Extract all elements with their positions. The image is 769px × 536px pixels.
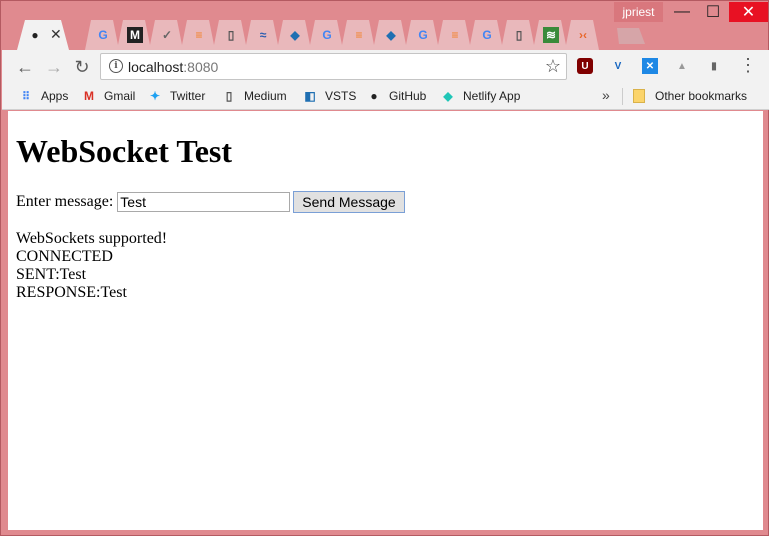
page-icon: ▯ [515,28,523,42]
extension-x-icon[interactable]: ✕ [642,58,658,74]
google-icon: G [418,28,428,42]
stackoverflow-icon: ≡ [355,28,363,42]
extension-box-icon[interactable]: ▮ [706,58,722,74]
page-heading: WebSocket Test [16,133,233,169]
menu-icon[interactable]: ⋮ [739,55,757,76]
google-icon: G [482,28,492,42]
tab-strip: ● ✕ G M ✓ ≡ ▯ ≈ ◆ G ≡ ◆ G ≡ G ▯ ≋ ›‹ [7,20,647,50]
code-icon: ≋ [543,27,559,43]
bird-icon: ✓ [161,28,173,42]
github-icon: ● [31,28,39,42]
tab[interactable]: G [309,20,343,50]
close-window-button[interactable]: ✕ [729,2,768,22]
log-line: WebSockets supported! [16,230,168,247]
bookmark-twitter[interactable]: ✦ Twitter [147,87,205,105]
ublock-icon[interactable]: U [577,58,593,74]
chevrons-icon: ›‹ [579,28,587,42]
page-icon: ▯ [227,28,235,42]
page-icon: ▯ [225,89,233,103]
tab[interactable]: ›‹ [565,20,599,50]
wave-icon: ≈ [259,28,267,42]
maximize-button[interactable]: ☐ [697,2,729,22]
tab-active[interactable]: ● ✕ [17,20,69,50]
stackoverflow-icon: ≡ [451,28,459,42]
browser-toolbar: ← → ↻ i localhost:8080 ☆ U V ✕ ▲ ▮ ⋮ [2,50,769,83]
tab[interactable]: ◆ [277,20,311,50]
bookmark-medium[interactable]: ▯ Medium [221,87,287,105]
minimize-button[interactable]: — [666,2,698,22]
tab[interactable]: G [469,20,503,50]
tab[interactable]: G [405,20,439,50]
send-message-button[interactable]: Send Message [293,191,405,213]
folder-icon [633,89,645,103]
twitter-icon: ✦ [149,89,161,103]
google-icon: G [322,28,332,42]
log-line: SENT:Test [16,266,87,283]
vsts-icon: ◧ [304,89,316,103]
tab[interactable]: G [85,20,119,50]
tab[interactable]: ≡ [437,20,471,50]
bookmark-github[interactable]: ● GitHub [366,87,426,105]
app-icon: ◆ [290,28,300,42]
bookmarks-overflow-button[interactable]: » [602,87,610,103]
tab[interactable]: M [117,20,151,50]
url-text[interactable]: localhost:8080 [128,59,218,75]
address-bar[interactable]: i localhost:8080 ☆ [100,53,567,80]
extension-v-icon[interactable]: V [610,58,626,74]
reload-button[interactable]: ↻ [71,56,93,78]
tab[interactable]: ◆ [373,20,407,50]
bookmark-gmail[interactable]: M Gmail [81,87,135,105]
google-icon: G [98,28,108,42]
gmail-icon: M [84,89,94,103]
bookmarks-bar: ⠿ Apps M Gmail ✦ Twitter ▯ Medium ◧ VSTS… [2,83,769,110]
close-tab-icon[interactable]: ✕ [50,26,62,43]
app-icon: ◆ [386,28,396,42]
tab[interactable]: ≋ [533,20,567,50]
profile-badge[interactable]: jpriest [614,2,663,22]
tab[interactable]: ≡ [341,20,375,50]
browser-window: jpriest — ☐ ✕ ● ✕ G M ✓ ≡ ▯ ≈ ◆ G ≡ ◆ G … [0,0,769,536]
bookmark-other[interactable]: Other bookmarks [633,87,747,105]
tab[interactable]: ▯ [501,20,535,50]
page-content: WebSocket Test Enter message: Send Messa… [8,111,763,530]
bookmark-netlify[interactable]: ◆ Netlify App [440,87,520,105]
log-line: CONNECTED [16,248,113,265]
drive-icon[interactable]: ▲ [674,58,690,74]
bookmark-vsts[interactable]: ◧ VSTS [302,87,356,105]
tab[interactable]: ✓ [149,20,183,50]
tab[interactable]: ▯ [213,20,247,50]
output-log: WebSockets supported! CONNECTED SENT:Tes… [16,230,167,302]
bookmark-apps[interactable]: ⠿ Apps [18,87,68,105]
message-row: Enter message: Send Message [16,191,405,213]
info-icon[interactable]: i [109,59,123,73]
message-input[interactable] [117,192,291,212]
medium-icon: M [127,27,143,43]
tab[interactable]: ≈ [245,20,279,50]
log-line: RESPONSE:Test [16,284,127,301]
tab[interactable]: ≡ [181,20,215,50]
forward-button[interactable]: → [43,56,65,78]
netlify-icon: ◆ [443,89,453,103]
back-button[interactable]: ← [14,56,36,78]
github-icon: ● [370,89,378,103]
bookmark-star-icon[interactable]: ☆ [545,56,561,77]
stackoverflow-icon: ≡ [195,28,203,42]
apps-grid-icon: ⠿ [21,90,31,103]
bookmarks-divider [622,88,623,105]
message-label: Enter message: [16,193,114,210]
